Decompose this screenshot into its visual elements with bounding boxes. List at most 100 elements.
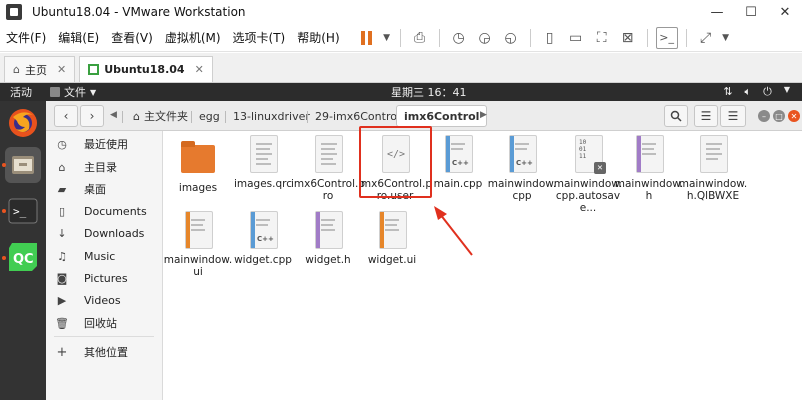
recent-icon: ◷: [57, 137, 67, 151]
sidebar-item-trash[interactable]: 🗑︎ 回收站: [46, 312, 162, 334]
sidebar-item-downloads[interactable]: ↓ Downloads: [46, 222, 162, 244]
dropdown-arrow-icon[interactable]: ▼: [784, 85, 790, 99]
pause-icon[interactable]: [356, 27, 378, 49]
window-maximize-button[interactable]: □: [773, 110, 785, 122]
text-file-icon: [250, 135, 278, 173]
network-icon[interactable]: ⇅: [723, 85, 732, 99]
console-icon[interactable]: >_: [655, 26, 678, 49]
breadcrumb-home[interactable]: ⌂ 主文件夹: [126, 105, 195, 127]
close-tab-icon[interactable]: ✕: [195, 63, 204, 76]
stretch-icon[interactable]: ⤢: [695, 27, 717, 49]
file-name: widget.h: [305, 254, 351, 266]
file-item-mainwindow-cpp-autosave[interactable]: 10 01 11 ✕ mainwindow.cpp.autosave...: [553, 135, 623, 214]
sidebar-item-videos[interactable]: ▶ Videos: [46, 289, 162, 311]
file-item-imx6control-pro[interactable]: imx6Control.pro: [291, 135, 365, 202]
vm-icon: [88, 64, 100, 75]
sidebar-item-music[interactable]: ♫ Music: [46, 245, 162, 267]
sidebar-item-desktop[interactable]: ▰ 桌面: [46, 178, 162, 200]
file-item-images[interactable]: images: [163, 139, 233, 194]
sidebar-divider: [54, 336, 154, 337]
file-item-main-cpp[interactable]: C++ main.cpp: [423, 135, 493, 190]
power-icon[interactable]: ⏻: [763, 85, 772, 99]
sidebar-item-recent[interactable]: ◷ 最近使用: [46, 133, 162, 155]
stretch-dropdown-icon[interactable]: ▼: [721, 27, 731, 49]
breadcrumb-egg[interactable]: egg: [192, 105, 227, 127]
fullscreen-icon[interactable]: ⛶: [591, 27, 613, 49]
sidebar-item-label: Documents: [84, 204, 147, 218]
home-icon: ⌂: [133, 109, 140, 123]
sidebar-item-home[interactable]: ⌂ 主目录: [46, 156, 162, 178]
text-file-icon: [315, 135, 343, 173]
close-tab-icon[interactable]: ✕: [57, 63, 66, 76]
files-icon[interactable]: [5, 147, 41, 183]
breadcrumb-scroll-right-icon[interactable]: ▶: [480, 110, 487, 120]
qtcreator-icon[interactable]: QC: [5, 239, 41, 275]
file-item-widget-ui[interactable]: widget.ui: [357, 211, 427, 266]
vmware-toolbar: ▼ ⎙ ◷ ◶ ◵ ▯ ▭ ⛶ ⊠ >_ ⤢ ▼: [354, 24, 733, 52]
breadcrumb-scroll-left-icon[interactable]: ◀: [110, 110, 117, 120]
maximize-button[interactable]: ☐: [734, 0, 768, 24]
volume-icon[interactable]: 🔈︎: [745, 85, 752, 99]
menu-file[interactable]: 文件(F): [0, 29, 52, 46]
folder-icon: [181, 141, 215, 173]
plus-icon: +: [56, 344, 68, 360]
menu-view[interactable]: 查看(V): [105, 29, 159, 46]
file-item-widget-cpp[interactable]: C++ widget.cpp: [228, 211, 298, 266]
sidebar-item-pictures[interactable]: ◙ Pictures: [46, 267, 162, 289]
menu-button[interactable]: ☰: [720, 105, 746, 127]
window-minimize-button[interactable]: –: [758, 110, 770, 122]
minimize-button[interactable]: —: [700, 0, 734, 24]
breadcrumb-imx6control-parent[interactable]: 29-imx6Control: [308, 105, 407, 127]
home-icon: ⌂: [13, 63, 20, 76]
file-item-mainwindow-ui[interactable]: mainwindow.ui: [163, 211, 233, 278]
breadcrumb-linuxdriver[interactable]: 13-linuxdriver: [226, 105, 317, 127]
firefox-icon[interactable]: [5, 105, 41, 141]
snapshot-icon[interactable]: ◷: [448, 27, 470, 49]
dropdown-arrow-icon[interactable]: ▼: [382, 27, 392, 49]
thumbnail-icon[interactable]: ▭: [565, 27, 587, 49]
sidebar-item-other-locations[interactable]: + 其他位置: [46, 341, 162, 363]
menu-vm[interactable]: 虚拟机(M): [159, 29, 227, 46]
send-ctrl-alt-del-icon[interactable]: ⎙: [409, 27, 431, 49]
sidebar-item-documents[interactable]: ▯ Documents: [46, 200, 162, 222]
menu-tabs[interactable]: 选项卡(T): [227, 29, 292, 46]
activities-button[interactable]: 活动: [10, 84, 32, 100]
file-item-mainwindow-h-qlbwxe[interactable]: mainwindow.h.QlBWXE: [678, 135, 748, 202]
places-sidebar: ◷ 最近使用 ⌂ 主目录 ▰ 桌面 ▯ Documents ↓ Downloads ♫ Mu…: [46, 131, 163, 400]
app-menu[interactable]: 文件 ▼: [50, 84, 96, 100]
file-name: mainwindow.h.QlBWXE: [678, 178, 748, 202]
sidebar-item-label: 最近使用: [84, 138, 128, 151]
back-button[interactable]: ‹: [54, 105, 78, 127]
unity-icon[interactable]: ⊠: [617, 27, 639, 49]
snapshot-manager-icon[interactable]: ◵: [500, 27, 522, 49]
vmware-logo-icon: [6, 4, 22, 20]
file-item-mainwindow-cpp[interactable]: C++ mainwindow.cpp: [487, 135, 557, 202]
search-button[interactable]: [664, 105, 688, 127]
file-item-images-qrc[interactable]: images.qrc: [228, 135, 298, 190]
revert-snapshot-icon[interactable]: ◶: [474, 27, 496, 49]
close-button[interactable]: ✕: [768, 0, 802, 24]
search-icon: [670, 110, 682, 122]
videos-icon: ▶: [57, 293, 67, 307]
clock[interactable]: 星期三 16：41: [391, 84, 467, 100]
tab-home[interactable]: ⌂ 主页 ✕: [4, 56, 76, 82]
window-close-button[interactable]: ✕: [788, 110, 800, 122]
list-view-button[interactable]: ☰: [694, 105, 718, 127]
terminal-icon[interactable]: >_: [5, 193, 41, 229]
file-item-widget-h[interactable]: widget.h: [293, 211, 363, 266]
cpp-file-icon: C++: [250, 211, 278, 249]
file-name: images.qrc: [233, 178, 293, 190]
music-icon: ♫: [57, 249, 67, 263]
breadcrumb-current[interactable]: imx6Control: [396, 105, 488, 127]
file-item-mainwindow-h[interactable]: mainwindow.h: [614, 135, 684, 202]
menu-edit[interactable]: 编辑(E): [52, 29, 105, 46]
tab-ubuntu[interactable]: Ubuntu18.04 ✕: [79, 56, 213, 82]
sidebar-item-label: Pictures: [84, 271, 128, 285]
forward-button[interactable]: ›: [80, 105, 104, 127]
sidebar-item-label: 其他位置: [84, 346, 128, 359]
files-app-icon: [50, 87, 60, 97]
ui-file-icon: [185, 211, 213, 249]
menu-help[interactable]: 帮助(H): [291, 29, 345, 46]
library-icon[interactable]: ▯: [539, 27, 561, 49]
file-name: mainwindow.ui: [163, 254, 233, 278]
